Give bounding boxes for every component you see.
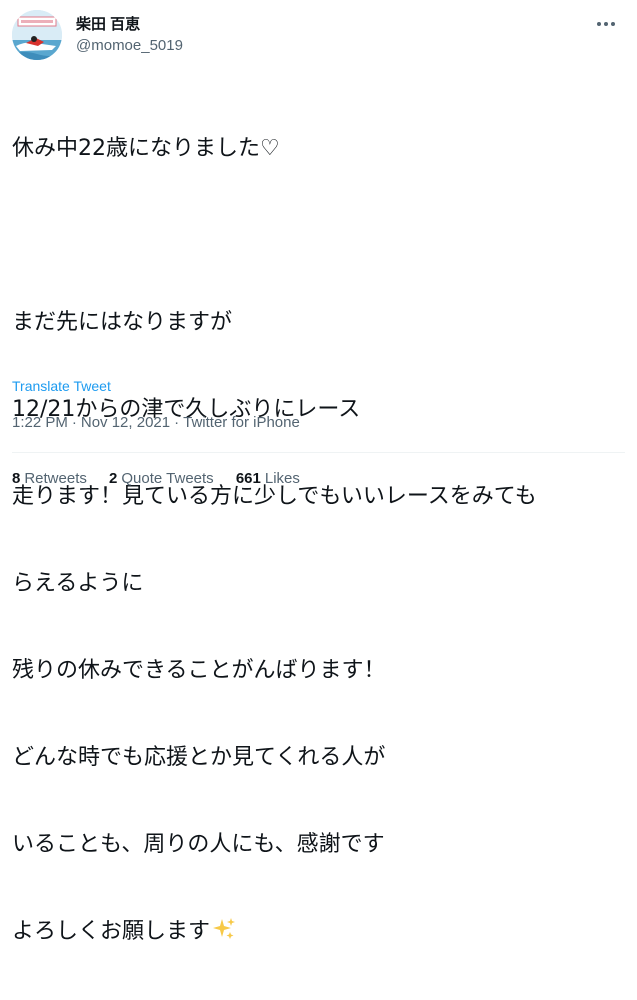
tweet-line: いることも、周りの人にも、感謝です — [12, 832, 385, 857]
tweet-line — [12, 221, 612, 250]
tweet: 柴田 百恵 @momoe_5019 休み中22歳になりました♡ まだ先にはなりま… — [0, 0, 637, 944]
tweet-line: らえるように — [12, 571, 144, 596]
tweet-date[interactable]: Nov 12, 2021 — [81, 414, 170, 431]
more-horizontal-icon — [597, 22, 615, 26]
quote-tweets-label: Quote Tweets — [121, 470, 214, 487]
divider — [12, 452, 625, 453]
more-options-button[interactable] — [591, 12, 621, 36]
tweet-header: 柴田 百恵 @momoe_5019 — [12, 10, 625, 60]
tweet-metadata: 1:22 PM · Nov 12, 2021 · Twitter for iPhone — [12, 414, 300, 431]
likes-label: Likes — [264, 470, 300, 487]
likes-stat[interactable]: 661 Likes — [236, 470, 300, 487]
tweet-line-last: よろしくお願します — [12, 917, 612, 946]
retweets-stat[interactable]: 8 Retweets — [12, 470, 87, 487]
tweet-line: 休み中22歳になりました♡ — [12, 136, 280, 161]
user-handle[interactable]: @momoe_5019 — [76, 36, 183, 55]
avatar[interactable] — [12, 10, 62, 60]
quote-tweets-count: 2 — [109, 470, 118, 487]
tweet-text: 休み中22歳になりました♡ まだ先にはなりますが 12/21からの津で久しぶりに… — [12, 76, 612, 1000]
sparkles-icon — [212, 917, 236, 949]
display-name[interactable]: 柴田 百恵 — [76, 15, 183, 34]
retweets-count: 8 — [12, 470, 21, 487]
tweet-line: どんな時でも応援とか見てくれる人が — [12, 745, 386, 770]
user-name-block: 柴田 百恵 @momoe_5019 — [76, 15, 183, 55]
tweet-line-text: よろしくお願します — [12, 919, 211, 944]
likes-count: 661 — [235, 470, 261, 487]
tweet-line: まだ先にはなりますが — [12, 310, 233, 335]
tweet-stats: 8 Retweets 2 Quote Tweets 661 Likes — [12, 470, 318, 487]
tweet-time[interactable]: 1:22 PM — [12, 414, 68, 431]
retweets-label: Retweets — [24, 470, 87, 487]
quote-tweets-stat[interactable]: 2 Quote Tweets — [109, 470, 214, 487]
meta-separator: · — [71, 414, 77, 431]
meta-separator: · — [174, 414, 180, 431]
tweet-source[interactable]: Twitter for iPhone — [183, 414, 300, 431]
tweet-line: 残りの休みできることがんばります！ — [12, 658, 386, 683]
translate-tweet-link[interactable]: Translate Tweet — [12, 378, 111, 394]
